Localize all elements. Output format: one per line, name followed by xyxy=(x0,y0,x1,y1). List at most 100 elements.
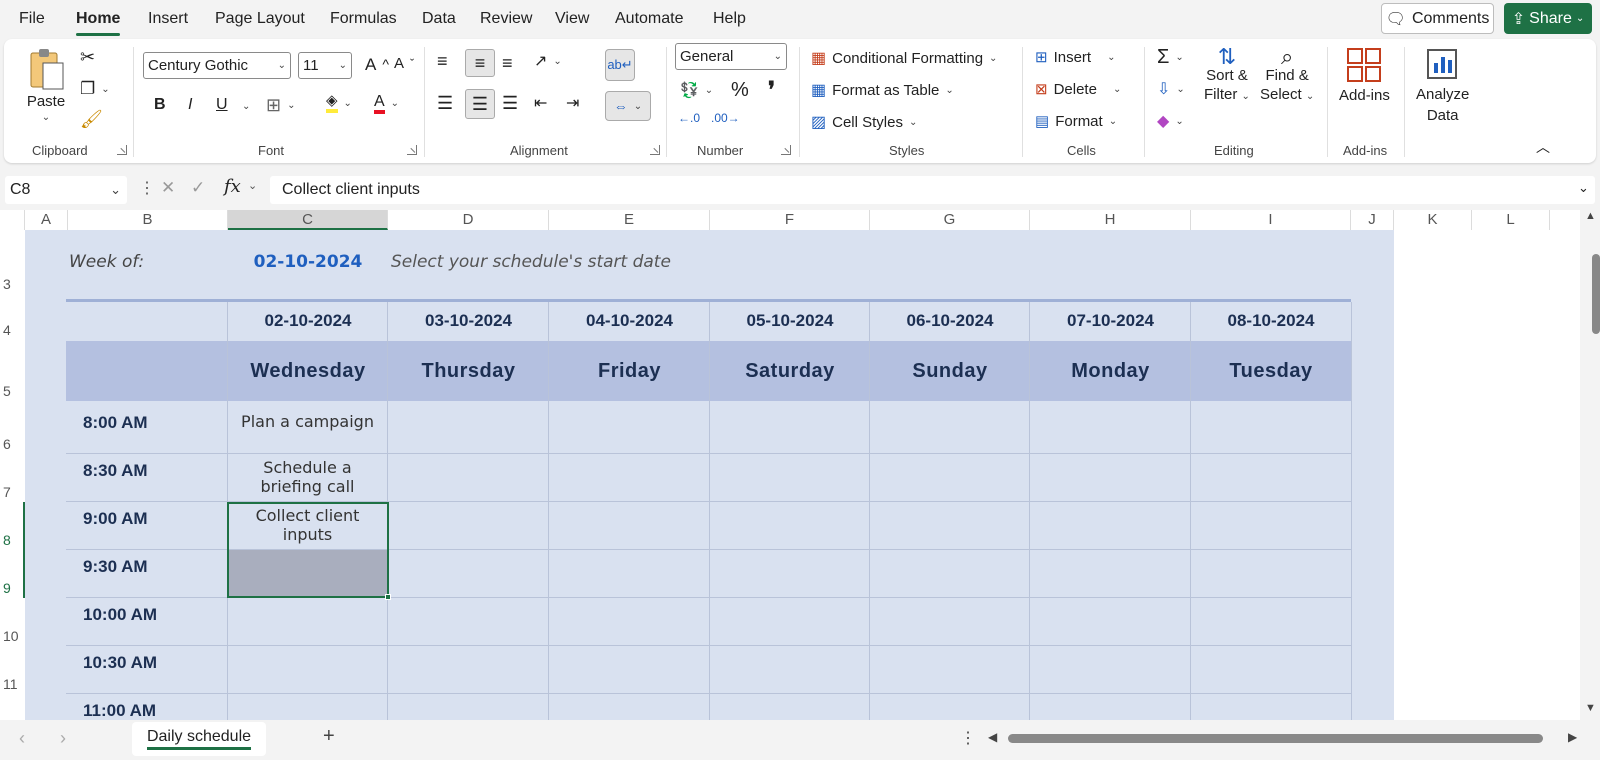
clear-icon[interactable]: ◆ ⌄ xyxy=(1157,111,1184,131)
row-header-11[interactable]: 11 xyxy=(0,676,25,692)
italic-button[interactable]: I xyxy=(188,96,192,114)
number-format-select[interactable]: General ⌄ xyxy=(675,43,787,70)
fill-handle[interactable] xyxy=(385,594,391,600)
col-header-c[interactable]: C xyxy=(228,210,388,230)
conditional-formatting-button[interactable]: ▦ Conditional Formatting ⌄ xyxy=(811,48,997,68)
row-header-7[interactable]: 7 xyxy=(0,484,25,500)
chevron-down-icon[interactable]: ⌄ xyxy=(248,179,257,192)
paste-button[interactable]: Paste ⌄ xyxy=(24,47,68,123)
col-header-i[interactable]: I xyxy=(1191,210,1351,230)
percent-button[interactable]: % xyxy=(731,79,749,102)
share-button[interactable]: ⇪ Share ⌄ xyxy=(1504,3,1592,34)
font-family-select[interactable]: Century Gothic ⌄ xyxy=(143,52,291,79)
underline-button[interactable]: U xyxy=(216,96,228,114)
menu-review[interactable]: Review xyxy=(480,10,532,28)
vertical-scrollbar[interactable]: ▲ ▼ xyxy=(1580,210,1600,720)
col-header-a[interactable]: A xyxy=(25,210,68,230)
row-header-5[interactable]: 5 xyxy=(0,383,25,399)
col-header-l[interactable]: L xyxy=(1472,210,1550,230)
next-sheet-icon[interactable]: › xyxy=(60,728,66,749)
enter-icon[interactable]: ✓ xyxy=(191,178,205,198)
insert-function-button[interactable]: fx xyxy=(224,176,241,197)
sort-filter-button[interactable]: ⇅ Sort & Filter ⌄ xyxy=(1204,46,1250,106)
comma-button[interactable]: ❜ xyxy=(768,77,775,103)
decrease-indent-icon[interactable]: ⇤ xyxy=(534,93,547,113)
row-header-9[interactable]: 9 xyxy=(0,580,25,596)
cell-styles-button[interactable]: ▨ Cell Styles ⌄ xyxy=(811,112,917,132)
increase-indent-icon[interactable]: ⇥ xyxy=(566,93,579,113)
col-header-f[interactable]: F xyxy=(710,210,870,230)
clipboard-launcher-icon[interactable] xyxy=(117,145,127,155)
font-color-button[interactable]: A ⌄ xyxy=(374,93,399,114)
menu-formulas[interactable]: Formulas xyxy=(330,10,397,28)
currency-icon[interactable]: 💱 ⌄ xyxy=(680,81,713,99)
select-all[interactable] xyxy=(0,210,25,230)
format-cells-button[interactable]: ▤ Format ⌄ xyxy=(1035,112,1117,131)
number-launcher-icon[interactable] xyxy=(781,145,791,155)
align-middle-icon[interactable]: ≡ xyxy=(465,49,495,77)
menu-help[interactable]: Help xyxy=(713,10,746,28)
col-header-k[interactable]: K xyxy=(1394,210,1472,230)
col-header-e[interactable]: E xyxy=(549,210,710,230)
alignment-launcher-icon[interactable] xyxy=(650,145,660,155)
menu-automate[interactable]: Automate xyxy=(615,10,683,28)
align-top-icon[interactable]: ≡ xyxy=(437,51,448,72)
cancel-icon[interactable]: ✕ xyxy=(161,178,175,198)
more-icon[interactable]: ⋮ xyxy=(139,178,155,198)
col-header-j[interactable]: J xyxy=(1351,210,1394,230)
horizontal-scroll-thumb[interactable] xyxy=(1008,734,1543,743)
copy-icon[interactable]: ❐ ⌄ xyxy=(80,79,110,99)
align-left-icon[interactable]: ☰ xyxy=(437,93,453,114)
fill-icon[interactable]: ⇩ ⌄ xyxy=(1157,79,1185,99)
menu-data[interactable]: Data xyxy=(422,10,456,28)
row-header-8[interactable]: 8 xyxy=(0,532,25,548)
row-header-3[interactable]: 3 xyxy=(0,276,25,292)
row-header-4[interactable]: 4 xyxy=(0,322,25,338)
increase-decimal-icon[interactable]: ←.0 xyxy=(678,111,700,125)
col-header-h[interactable]: H xyxy=(1030,210,1191,230)
menu-file[interactable]: File xyxy=(19,10,45,28)
row-header-10[interactable]: 10 xyxy=(0,628,25,644)
font-launcher-icon[interactable] xyxy=(407,145,417,155)
align-bottom-icon[interactable]: ≡ xyxy=(502,53,513,74)
insert-cells-button[interactable]: ⊞ Insert ⌄ xyxy=(1035,48,1115,67)
format-as-table-button[interactable]: ▦ Format as Table ⌄ xyxy=(811,80,954,100)
task-cell[interactable]: Plan a campaign xyxy=(229,412,386,431)
wrap-text-icon[interactable]: ab↵ xyxy=(605,49,635,81)
scroll-right-icon[interactable]: ▶ xyxy=(1568,730,1577,744)
scroll-up-icon[interactable]: ▲ xyxy=(1585,210,1596,222)
sheet-tab-daily-schedule[interactable]: Daily schedule xyxy=(132,722,266,756)
chevron-down-icon[interactable]: ⌄ xyxy=(242,101,250,112)
bold-button[interactable]: B xyxy=(154,96,166,114)
scroll-left-icon[interactable]: ◀ xyxy=(988,730,997,744)
menu-view[interactable]: View xyxy=(555,10,589,28)
add-ins-button[interactable]: Add-ins xyxy=(1339,47,1390,104)
collapse-ribbon-icon[interactable]: ︿ xyxy=(1536,137,1550,157)
expand-formula-icon[interactable]: ⌄ xyxy=(1578,180,1589,196)
add-sheet-button[interactable]: + xyxy=(323,725,335,748)
col-header-b[interactable]: B xyxy=(68,210,228,230)
scroll-down-icon[interactable]: ▼ xyxy=(1585,702,1596,714)
col-header-g[interactable]: G xyxy=(870,210,1030,230)
merge-center-icon[interactable]: ⇔ ⌄ xyxy=(605,91,651,121)
decrease-decimal-icon[interactable]: .00→ xyxy=(711,111,740,125)
orientation-icon[interactable]: ↗ ⌄ xyxy=(534,51,562,71)
task-cell[interactable]: Schedule a briefing call xyxy=(229,458,386,496)
decrease-font-icon[interactable]: Aˇ xyxy=(394,55,414,72)
menu-page-layout[interactable]: Page Layout xyxy=(215,10,305,28)
row-header-6[interactable]: 6 xyxy=(0,436,25,452)
align-center-icon[interactable]: ☰ xyxy=(465,89,495,119)
menu-insert[interactable]: Insert xyxy=(148,10,188,28)
comments-button[interactable]: 🗨 Comments xyxy=(1381,3,1494,34)
align-right-icon[interactable]: ☰ xyxy=(502,93,518,114)
analyze-data-button[interactable]: Analyze Data xyxy=(1416,47,1469,125)
font-size-select[interactable]: 11 ⌄ xyxy=(298,52,352,79)
cut-icon[interactable]: ✂ xyxy=(80,47,95,68)
formula-input[interactable]: Collect client inputs xyxy=(270,176,1595,204)
fill-color-button[interactable]: ◈ ⌄ xyxy=(326,93,352,113)
previous-sheet-icon[interactable]: ‹ xyxy=(19,728,25,749)
borders-icon[interactable]: ⊞ ⌄ xyxy=(266,95,295,116)
increase-font-icon[interactable]: A ^ xyxy=(365,55,389,75)
week-start-date[interactable]: 02-10-2024 xyxy=(228,252,388,272)
autosum-icon[interactable]: Σ ⌄ xyxy=(1157,46,1184,69)
